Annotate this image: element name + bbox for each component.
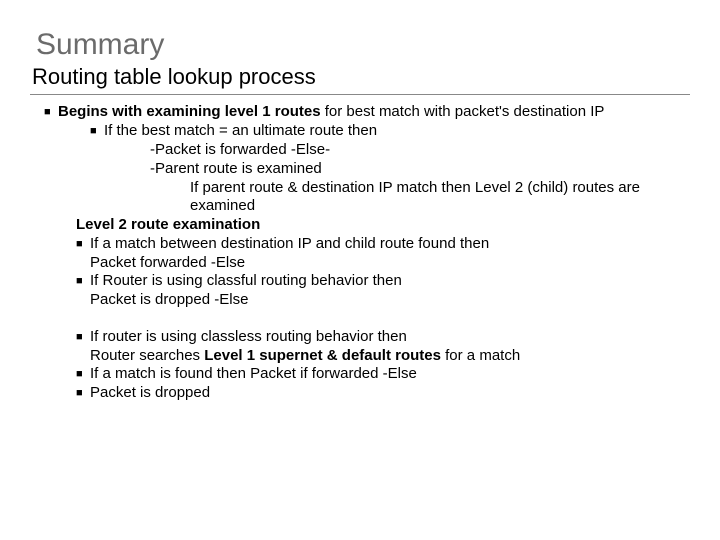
text-plain: for a match (441, 347, 520, 364)
bullet-row: ■ If the best match = an ultimate route … (90, 122, 690, 141)
text-plain: Packet forwarded -Else (90, 254, 245, 271)
content: ■ Begins with examining level 1 routes f… (30, 103, 690, 403)
slide: Summary Routing table lookup process ■ B… (0, 0, 720, 540)
square-bullet-icon: ■ (76, 328, 84, 347)
text: Packet is dropped (90, 384, 690, 403)
text-row: Level 2 route examination (76, 216, 690, 235)
text-bold: Level 1 supernet & default routes (204, 347, 441, 364)
block: ■ If router is using classless routing b… (30, 328, 690, 404)
text-plain: If Router is using classful routing beha… (90, 272, 402, 289)
text-row: -Packet is forwarded -Else- (150, 141, 690, 160)
text-plain: Packet is dropped -Else (90, 291, 248, 308)
slide-subtitle: Routing table lookup process (32, 64, 690, 90)
text-plain: If router is using classless routing beh… (90, 328, 407, 345)
square-bullet-icon: ■ (76, 365, 84, 384)
bullet-row: ■ Begins with examining level 1 routes f… (44, 103, 690, 122)
text-plain: for best match with packet's destination… (321, 103, 605, 120)
text-plain: Router searches (90, 347, 204, 364)
text-row: -Parent route is examined (150, 160, 690, 179)
text: Begins with examining level 1 routes for… (58, 103, 690, 122)
bullet-row: ■ If a match is found then Packet if for… (76, 365, 690, 384)
square-bullet-icon: ■ (76, 272, 84, 291)
bullet-row: ■ Packet is dropped (76, 384, 690, 403)
text: If a match is found then Packet if forwa… (90, 365, 690, 384)
bullet-row: ■ If router is using classless routing b… (76, 328, 690, 366)
text-row: If parent route & destination IP match t… (190, 179, 690, 217)
text-plain: If a match between destination IP and ch… (90, 235, 489, 252)
text: If Router is using classful routing beha… (90, 272, 690, 310)
text: If the best match = an ultimate route th… (104, 122, 690, 141)
text: -Packet is forwarded -Else- (150, 141, 690, 160)
text: If router is using classless routing beh… (90, 328, 690, 366)
bullet-row: ■ If Router is using classful routing be… (76, 272, 690, 310)
square-bullet-icon: ■ (76, 384, 84, 403)
divider (30, 94, 690, 95)
square-bullet-icon: ■ (44, 103, 52, 122)
slide-title: Summary (36, 28, 690, 62)
text-bold: Level 2 route examination (76, 216, 690, 235)
square-bullet-icon: ■ (90, 122, 98, 141)
text: If a match between destination IP and ch… (90, 235, 690, 273)
text: If parent route & destination IP match t… (190, 179, 690, 217)
bullet-row: ■ If a match between destination IP and … (76, 235, 690, 273)
text: -Parent route is examined (150, 160, 690, 179)
square-bullet-icon: ■ (76, 235, 84, 254)
text-bold: Begins with examining level 1 routes (58, 103, 321, 120)
